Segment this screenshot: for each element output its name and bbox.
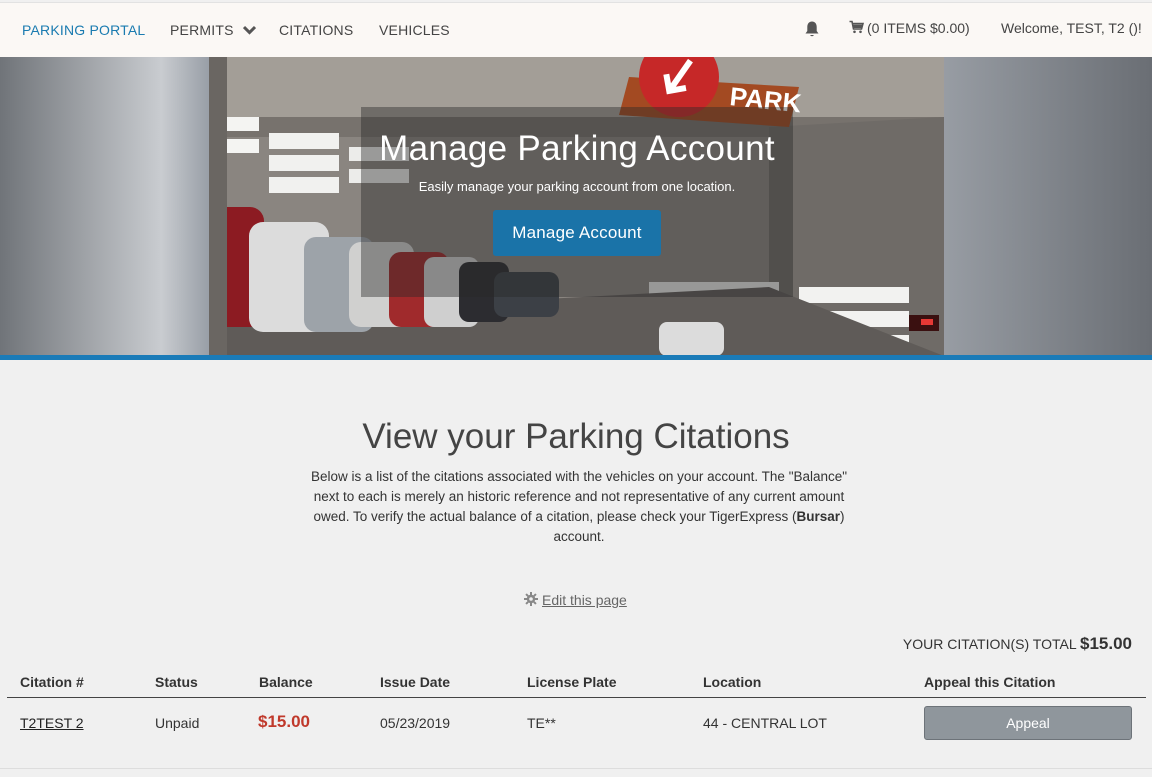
- welcome-user-menu[interactable]: Welcome, TEST, T2 ()!: [1001, 20, 1142, 36]
- header-issue-date: Issue Date: [380, 674, 451, 690]
- nav-vehicles-link[interactable]: VEHICLES: [379, 22, 450, 38]
- page-title: View your Parking Citations: [362, 417, 790, 456]
- bell-icon[interactable]: [804, 20, 820, 38]
- cart-summary: (0 ITEMS $0.00): [867, 20, 970, 36]
- appeal-button[interactable]: Appeal: [924, 706, 1132, 740]
- hero-parking-garage-image: PARK Manage Parking Account Easily manag…: [209, 57, 944, 356]
- gear-icon: [524, 592, 538, 606]
- manage-account-button[interactable]: Manage Account: [493, 210, 661, 256]
- hero-banner: PARK Manage Parking Account Easily manag…: [0, 57, 1152, 356]
- page-description: Below is a list of the citations associa…: [306, 467, 852, 547]
- header-citation-number: Citation #: [20, 674, 84, 690]
- citation-license-plate: TE**: [527, 715, 556, 731]
- hero-title: Manage Parking Account: [379, 129, 775, 168]
- hero-subtitle: Easily manage your parking account from …: [418, 179, 736, 194]
- hero-overlay-panel: Manage Parking Account Easily manage you…: [361, 107, 793, 297]
- citation-status: Unpaid: [155, 715, 200, 731]
- bottom-divider: [0, 768, 1152, 769]
- header-license-plate: License Plate: [527, 674, 617, 690]
- hero-accent-bar: [0, 355, 1152, 360]
- top-nav: PARKING PORTAL PERMITS CITATIONS VEHICLE…: [0, 2, 1152, 57]
- bursar-bold-text: Bursar: [796, 509, 841, 524]
- table-header: Citation # Status Balance Issue Date Lic…: [7, 668, 1146, 698]
- nav-citations-link[interactable]: CITATIONS: [279, 22, 353, 38]
- citation-balance: $15.00: [258, 712, 310, 731]
- citation-issue-date: 05/23/2019: [380, 715, 451, 731]
- description-text: Below is a list of the citations associa…: [310, 469, 848, 524]
- citation-location: 44 - CENTRAL LOT: [703, 715, 827, 731]
- cart-link[interactable]: (0 ITEMS $0.00): [849, 20, 970, 36]
- citations-table: Citation # Status Balance Issue Date Lic…: [7, 668, 1146, 746]
- header-appeal: Appeal this Citation: [924, 674, 1056, 690]
- header-location: Location: [703, 674, 762, 690]
- table-row: T2TEST 2 Unpaid $15.00 05/23/2019 TE** 4…: [7, 698, 1146, 746]
- edit-page-link[interactable]: Edit this page: [524, 592, 627, 608]
- nav-brand-link[interactable]: PARKING PORTAL: [22, 22, 145, 38]
- total-label: YOUR CITATION(S) TOTAL: [902, 636, 1077, 652]
- header-status: Status: [155, 674, 198, 690]
- header-balance: Balance: [259, 674, 313, 690]
- citations-total: YOUR CITATION(S) TOTAL $15.00: [903, 634, 1132, 654]
- total-amount: $15.00: [1080, 634, 1132, 653]
- nav-permits-label: PERMITS: [170, 22, 234, 38]
- edit-page-label: Edit this page: [542, 592, 627, 608]
- chevron-down-icon: [242, 25, 256, 35]
- nav-permits-menu[interactable]: PERMITS: [170, 22, 256, 38]
- cart-icon: [849, 20, 865, 34]
- citation-number-link[interactable]: T2TEST 2: [20, 715, 84, 731]
